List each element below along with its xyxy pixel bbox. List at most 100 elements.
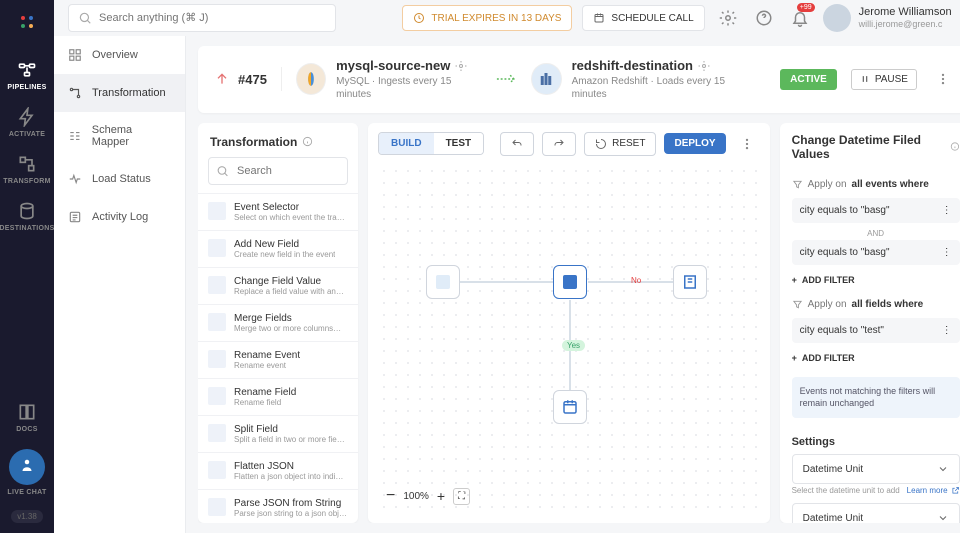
and-label: AND: [792, 229, 960, 238]
info-icon[interactable]: [950, 141, 960, 152]
undo-icon: [511, 138, 523, 150]
trans-item-name: Add New Field: [234, 239, 335, 250]
canvas: BUILD TEST RESET DEPLOY: [368, 123, 770, 523]
pause-button[interactable]: PAUSE: [851, 69, 917, 90]
trans-item[interactable]: Change Field ValueReplace a field value …: [198, 267, 358, 304]
trans-list-title: Transformation: [210, 135, 297, 149]
settings-heading: Settings: [792, 436, 960, 448]
rail-destinations[interactable]: DESTINATIONS: [0, 193, 54, 240]
trans-item-desc: Merge two or more columns…: [234, 324, 341, 333]
canvas-more-icon[interactable]: [734, 131, 760, 157]
rail-docs[interactable]: DOCS: [0, 394, 54, 441]
props-title: Change Datetime Filed Values: [792, 133, 945, 161]
dest-title: redshift-destination: [572, 58, 693, 75]
more-icon[interactable]: ⋮: [942, 247, 952, 258]
trans-item-desc: Split a field in two or more fie…: [234, 435, 345, 444]
side-overview[interactable]: Overview: [54, 36, 185, 74]
calendar-icon: [593, 12, 605, 24]
side-activity-log[interactable]: Activity Log: [54, 198, 185, 236]
learn-more-link[interactable]: Learn more: [907, 486, 960, 495]
mysql-icon: [296, 63, 326, 95]
more-icon[interactable]: ⋮: [942, 205, 952, 216]
avatar: [823, 4, 851, 32]
trans-item-name: Rename Event: [234, 350, 300, 361]
side-schema-mapper[interactable]: Schema Mapper: [54, 112, 185, 160]
schedule-call-button[interactable]: SCHEDULE CALL: [582, 5, 704, 31]
search-icon: [216, 164, 229, 177]
trans-item-icon: [208, 239, 226, 257]
zoom-in[interactable]: +: [437, 488, 445, 504]
more-icon[interactable]: ⋮: [942, 325, 952, 336]
trans-item-name: Event Selector: [234, 202, 345, 213]
trans-item-desc: Create new field in the event: [234, 250, 335, 259]
trans-item-icon: [208, 313, 226, 331]
trans-item[interactable]: Merge FieldsMerge two or more columns…: [198, 304, 358, 341]
node-datetime[interactable]: [553, 390, 587, 424]
settings-icon[interactable]: [715, 5, 741, 31]
active-badge: ACTIVE: [780, 69, 837, 90]
filter-row[interactable]: city equals to "basg"⋮: [792, 198, 960, 223]
trans-item-name: Parse JSON from String: [234, 498, 347, 509]
external-icon: [951, 486, 960, 495]
trans-search-input[interactable]: [208, 157, 348, 185]
rail-label: TRANSFORM: [3, 178, 50, 185]
trans-item[interactable]: Flatten JSONFlatten a json object into i…: [198, 452, 358, 489]
trans-item[interactable]: Rename FieldRename field: [198, 378, 358, 415]
transformation-list: Transformation Event SelectorSelect on w…: [198, 123, 358, 523]
reset-button[interactable]: RESET: [584, 132, 656, 156]
trans-item-name: Rename Field: [234, 387, 296, 398]
trans-item-icon: [208, 461, 226, 479]
test-tab[interactable]: TEST: [434, 133, 484, 154]
side-transformation[interactable]: Transformation: [54, 74, 185, 112]
left-rail: PIPELINES ACTIVATE TRANSFORM DESTINATION…: [0, 0, 54, 533]
chevron-down-icon: [937, 512, 949, 523]
deploy-button[interactable]: DEPLOY: [664, 133, 725, 154]
node-condition[interactable]: [553, 265, 587, 299]
trans-item-icon: [208, 424, 226, 442]
add-filter-button[interactable]: +ADD FILTER: [792, 269, 960, 291]
trans-item[interactable]: Split FieldSplit a field in two or more …: [198, 415, 358, 452]
more-icon[interactable]: [931, 66, 956, 92]
canvas-area[interactable]: No Yes − 100% + ⛶: [378, 165, 760, 513]
node-source[interactable]: [426, 265, 460, 299]
filter-icon: [792, 299, 803, 310]
undo-button[interactable]: [500, 132, 534, 156]
properties-panel: Change Datetime Filed Values Apply on al…: [780, 123, 960, 523]
user-menu[interactable]: Jerome Williamson willi.jerome@green.c: [823, 4, 960, 32]
add-filter-button[interactable]: +ADD FILTER: [792, 347, 960, 369]
node-output[interactable]: [673, 265, 707, 299]
rail-transform[interactable]: TRANSFORM: [0, 146, 54, 193]
gear-icon[interactable]: [455, 60, 467, 72]
pipeline-id: #475: [238, 72, 267, 87]
datetime-unit-select[interactable]: Datetime Unit: [792, 454, 960, 484]
trans-item-icon: [208, 350, 226, 368]
filter-row[interactable]: city equals to "test"⋮: [792, 318, 960, 343]
trans-item-name: Flatten JSON: [234, 461, 343, 472]
sidemenu: Overview Transformation Schema Mapper Lo…: [54, 36, 186, 533]
redshift-icon: [531, 63, 561, 95]
info-box: Events not matching the filters will rem…: [792, 377, 960, 418]
filter-row[interactable]: city equals to "basg"⋮: [792, 240, 960, 265]
search-icon: [78, 11, 92, 25]
help-icon[interactable]: [751, 5, 777, 31]
gear-icon[interactable]: [698, 60, 710, 72]
notifications-icon[interactable]: +99: [787, 5, 813, 31]
info-icon[interactable]: [302, 136, 313, 147]
zoom-out[interactable]: −: [386, 487, 395, 505]
trans-item[interactable]: Parse JSON from StringParse json string …: [198, 489, 358, 523]
datetime-unit-select[interactable]: Datetime Unit: [792, 503, 960, 523]
zoom-fit[interactable]: ⛶: [453, 488, 470, 505]
side-load-status[interactable]: Load Status: [54, 160, 185, 198]
global-search-input[interactable]: [68, 4, 336, 32]
trans-item[interactable]: Event SelectorSelect on which event the …: [198, 193, 358, 230]
trans-item[interactable]: Rename EventRename event: [198, 341, 358, 378]
logo[interactable]: [15, 10, 39, 34]
rail-pipelines[interactable]: PIPELINES: [0, 52, 54, 99]
build-tab[interactable]: BUILD: [379, 133, 434, 154]
redo-icon: [553, 138, 565, 150]
redo-button[interactable]: [542, 132, 576, 156]
rail-live-chat[interactable]: LIVE CHAT: [0, 441, 54, 504]
trial-pill[interactable]: TRIAL EXPIRES IN 13 DAYS: [402, 5, 572, 31]
rail-activate[interactable]: ACTIVATE: [0, 99, 54, 146]
trans-item[interactable]: Add New FieldCreate new field in the eve…: [198, 230, 358, 267]
